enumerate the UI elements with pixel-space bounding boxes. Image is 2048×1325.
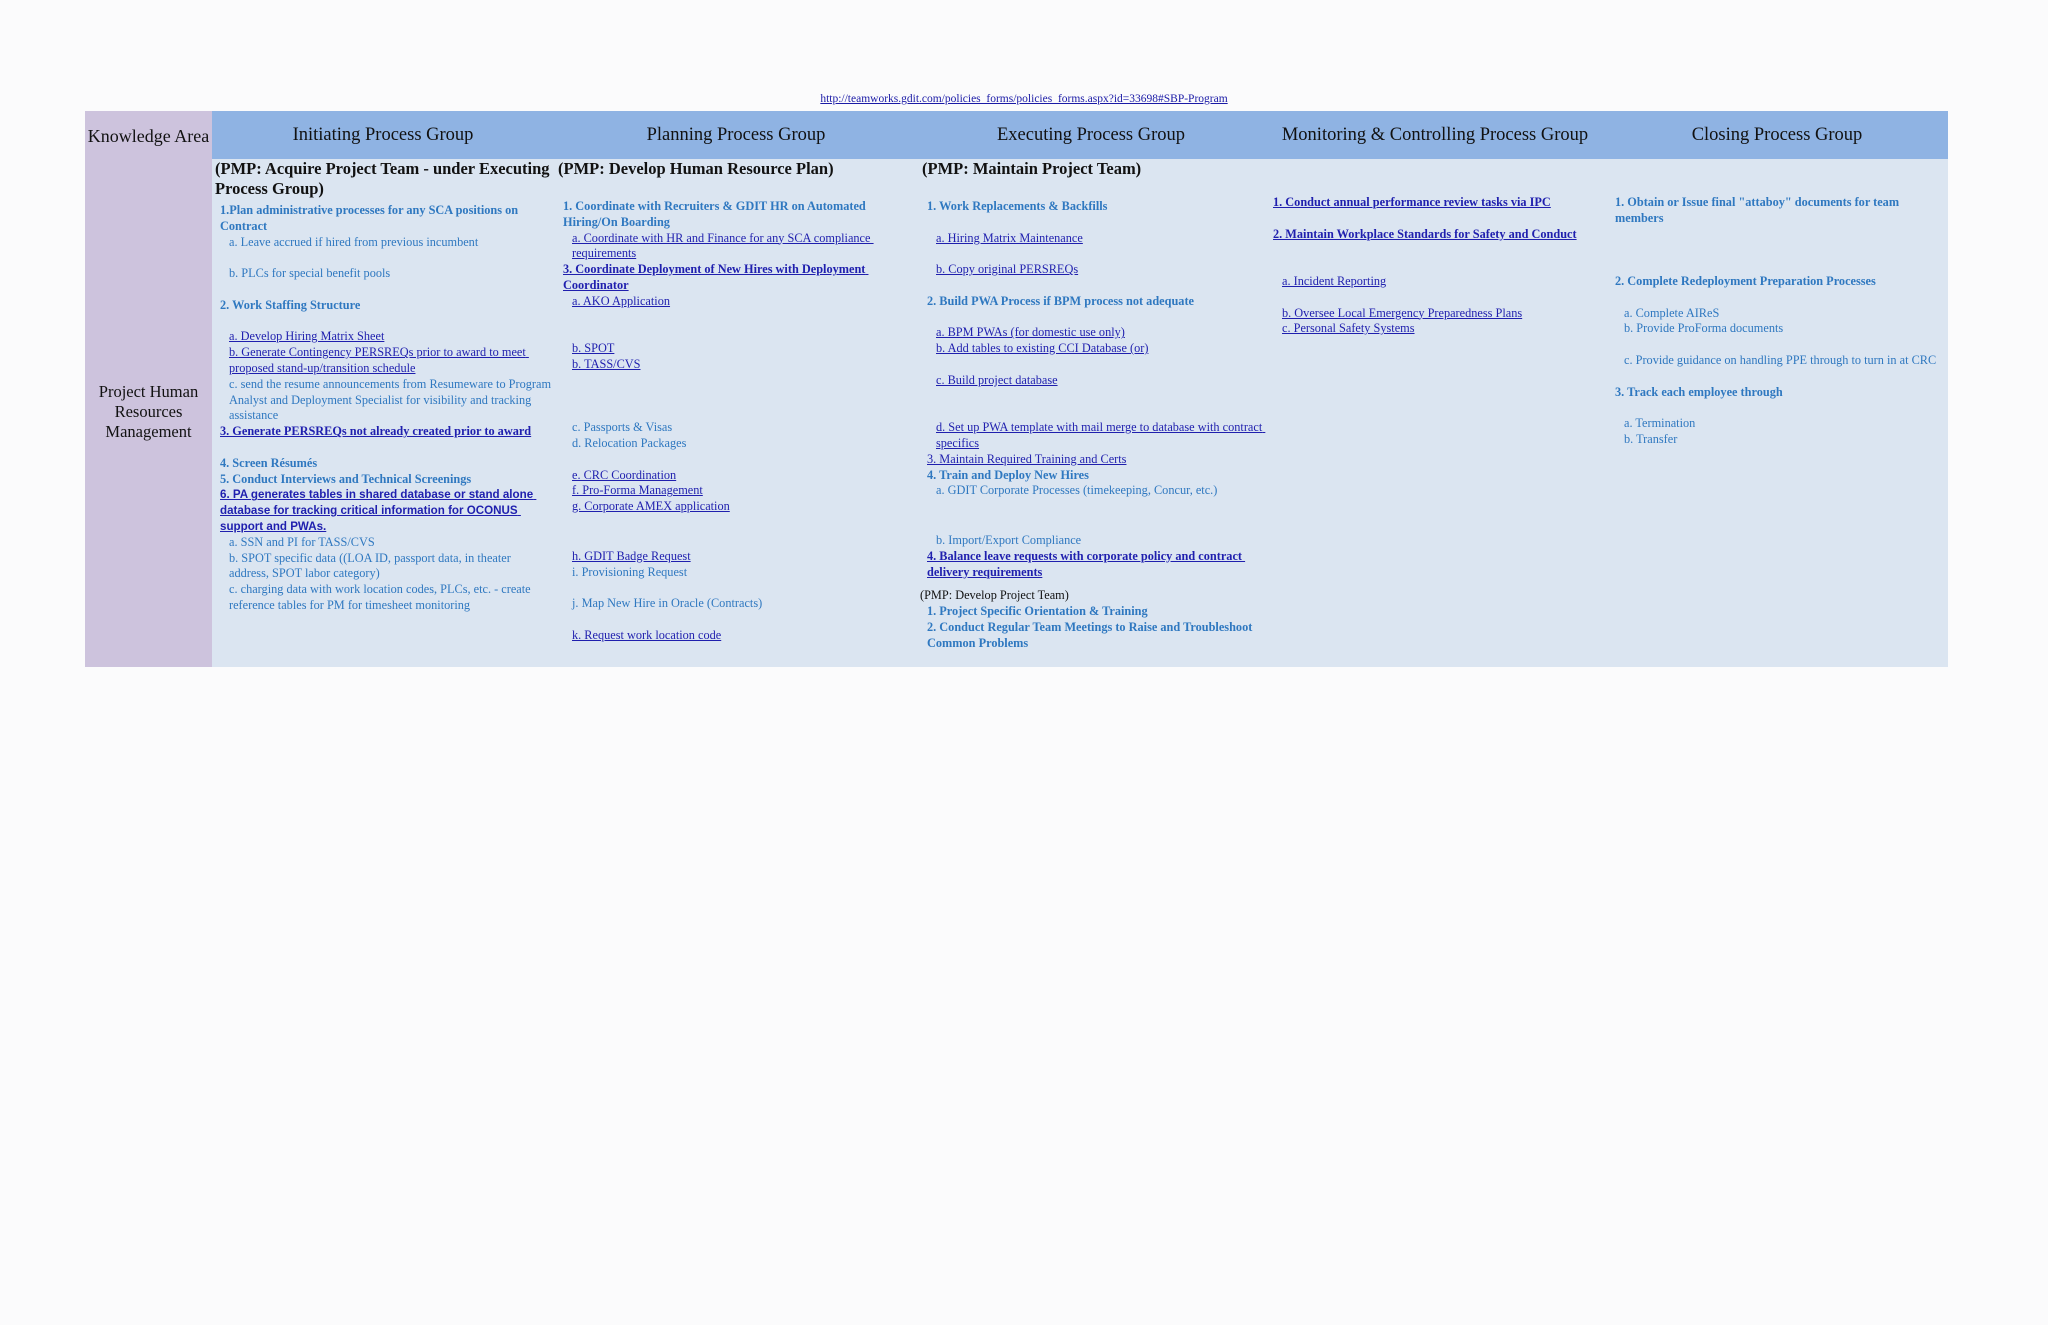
initiating-column: (PMP: Acquire Project Team - under Execu… [213, 159, 553, 614]
list-item: 1. Obtain or Issue final "attaboy" docum… [1615, 195, 1903, 225]
planning-column: (PMP: Develop Human Resource Plan) 1. Co… [556, 159, 896, 644]
list-item-link[interactable]: k. Request work location code [556, 628, 896, 644]
monitoring-header: Monitoring & Controlling Process Group [1281, 124, 1589, 145]
executing-header: Executing Process Group [996, 124, 1186, 145]
list-item: (PMP: Develop Project Team) [920, 588, 1069, 603]
list-item-link[interactable]: a. Incident Reporting [1266, 274, 1606, 290]
list-item-link[interactable]: b. Oversee Local Emergency Preparedness … [1266, 306, 1606, 322]
list-item: 3. Track each employee through [1615, 384, 1783, 399]
list-item-link[interactable]: h. GDIT Badge Request [556, 549, 896, 565]
monitoring-column: 1. Conduct annual performance review tas… [1266, 159, 1606, 337]
list-item-link[interactable]: b. TASS/CVS [556, 357, 896, 373]
list-item: 1.Plan administrative processes for any … [220, 203, 522, 233]
list-item-link[interactable]: 4. Balance leave requests with corporate… [920, 549, 1265, 581]
closing-header: Closing Process Group [1691, 124, 1863, 145]
list-item: 2. Build PWA Process if BPM process not … [927, 293, 1195, 308]
list-item-link[interactable]: g. Corporate AMEX application [556, 499, 896, 515]
list-item: d. Relocation Packages [572, 435, 687, 450]
list-item-link[interactable]: 3. Generate PERSREQs not already created… [213, 424, 553, 440]
list-item-link[interactable]: b. SPOT [556, 341, 896, 357]
list-item: b. Import/Export Compliance [936, 532, 1082, 547]
list-item: c. charging data with work location code… [229, 582, 534, 612]
list-item-link[interactable]: 3. Maintain Required Training and Certs [920, 452, 1265, 468]
list-item: a. GDIT Corporate Processes (timekeeping… [936, 483, 1218, 498]
executing-column: (PMP: Maintain Project Team) 1. Work Rep… [920, 159, 1265, 652]
list-item-link[interactable]: a. AKO Application [556, 294, 896, 310]
list-item-link[interactable]: c. Personal Safety Systems [1266, 321, 1606, 337]
list-item: 4. Screen Résumés [220, 455, 318, 470]
list-item: 1. Work Replacements & Backfills [927, 199, 1108, 213]
list-item: b. Provide ProForma documents [1624, 321, 1784, 336]
list-item: 5. Conduct Interviews and Technical Scre… [220, 471, 472, 486]
list-item: a. Leave accrued if hired from previous … [229, 234, 479, 249]
list-item-link[interactable]: a. Coordinate with HR and Finance for an… [556, 231, 896, 263]
list-item-link[interactable]: 3. Coordinate Deployment of New Hires wi… [556, 262, 896, 294]
initiating-header: Initiating Process Group [292, 124, 474, 145]
list-item: c. Passports & Visas [572, 420, 673, 435]
list-item-link[interactable]: d. Set up PWA template with mail merge t… [920, 420, 1265, 452]
list-item-link[interactable]: a. BPM PWAs (for domestic use only) [920, 325, 1265, 341]
list-item-link[interactable]: f. Pro-Forma Management [556, 483, 896, 499]
executing-title: (PMP: Maintain Project Team) [922, 159, 1142, 178]
policy-url-link[interactable]: http://teamworks.gdit.com/policies_forms… [0, 93, 2048, 105]
list-item: c. send the resume announcements from Re… [229, 376, 554, 423]
list-item-link[interactable]: 6. PA generates tables in shared databas… [213, 487, 553, 534]
planning-title: (PMP: Develop Human Resource Plan) [558, 159, 834, 178]
list-item: b. PLCs for special benefit pools [229, 266, 391, 281]
closing-column: 1. Obtain or Issue final "attaboy" docum… [1608, 159, 1940, 448]
list-item: 2. Conduct Regular Team Meetings to Rais… [927, 619, 1256, 650]
list-item-link[interactable]: c. Build project database [920, 373, 1265, 389]
list-item: a. SSN and PI for TASS/CVS [229, 534, 375, 549]
list-item-link[interactable]: a. Hiring Matrix Maintenance [920, 231, 1265, 247]
list-item: a. Termination [1624, 416, 1696, 431]
list-item-link[interactable]: b. Copy original PERSREQs [920, 262, 1265, 278]
planning-header: Planning Process Group [646, 124, 826, 145]
list-item: i. Provisioning Request [572, 564, 688, 579]
list-item-link[interactable]: a. Develop Hiring Matrix Sheet [213, 329, 553, 345]
list-item: b. SPOT specific data ((LOA ID, passport… [229, 550, 514, 581]
list-item: 4. Train and Deploy New Hires [927, 467, 1089, 482]
knowledge-area-header: Knowledge Area [87, 126, 210, 146]
knowledge-area-name: Project Human Resources Management [98, 382, 199, 441]
initiating-title: (PMP: Acquire Project Team - under Execu… [215, 159, 550, 198]
list-item: 1. Coordinate with Recruiters & GDIT HR … [563, 199, 869, 229]
list-item-link[interactable]: b. Add tables to existing CCI Database (… [920, 341, 1265, 357]
list-item: 2. Work Staffing Structure [220, 297, 361, 312]
list-item: 1. Project Specific Orientation & Traini… [927, 604, 1148, 619]
list-item-link[interactable]: b. Generate Contingency PERSREQs prior t… [213, 345, 553, 377]
list-item: 2. Complete Redeployment Preparation Pro… [1615, 273, 1876, 288]
list-item-link[interactable]: 2. Maintain Workplace Standards for Safe… [1266, 227, 1606, 243]
list-item: j. Map New Hire in Oracle (Contracts) [572, 596, 763, 611]
list-item-link[interactable]: 1. Conduct annual performance review tas… [1266, 195, 1606, 211]
list-item: c. Provide guidance on handling PPE thro… [1624, 352, 1937, 367]
list-item-link[interactable]: e. CRC Coordination [556, 468, 896, 484]
list-item: a. Complete AIReS [1624, 305, 1720, 320]
list-item: b. Transfer [1624, 431, 1678, 446]
